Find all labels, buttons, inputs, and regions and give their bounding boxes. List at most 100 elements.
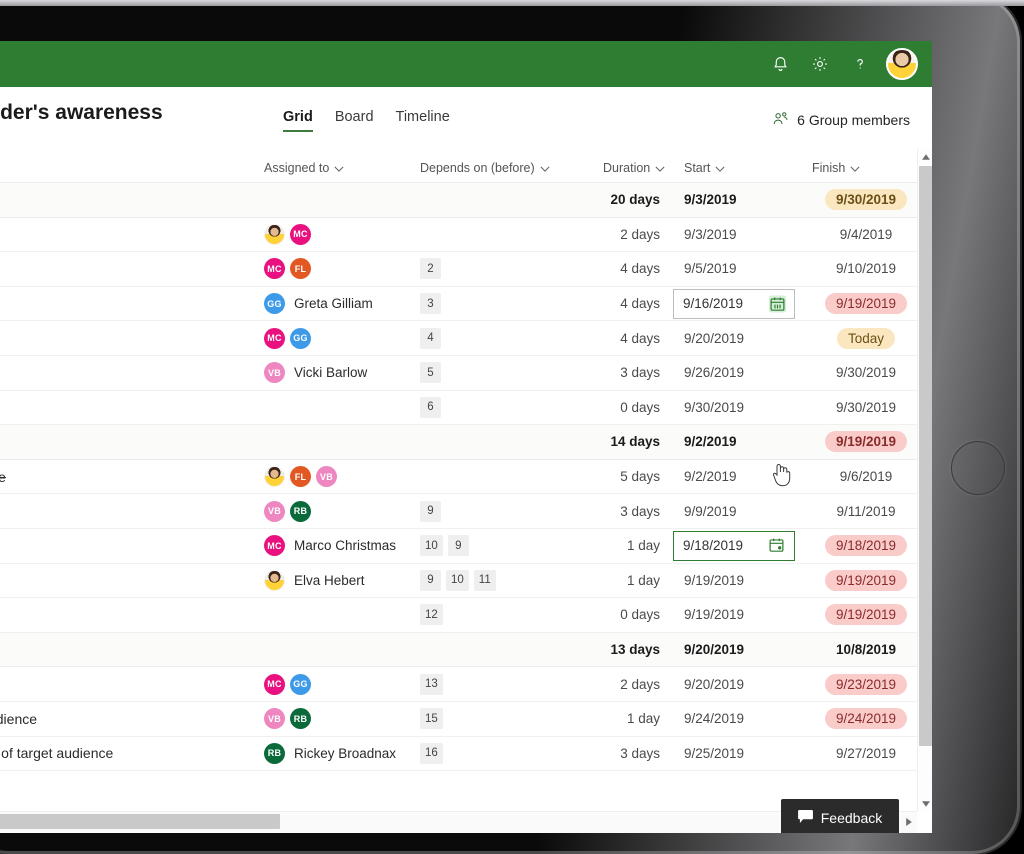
column-header-assigned-to[interactable]: Assigned to [264,161,344,175]
column-header-start[interactable]: Start [684,161,725,175]
table-row[interactable]: Create rider profile MC 2 days 9/3/2019 9/4/… [0,217,932,253]
task-name-cell[interactable]: Define response link points [0,529,250,563]
avatar[interactable]: RB [264,742,285,764]
avatar[interactable]: VB [264,362,285,384]
duration-cell[interactable]: 1 day [560,564,660,598]
depends-on-cell[interactable]: 2 [420,252,441,286]
column-header-duration[interactable]: Duration [603,161,665,175]
dependency-chip[interactable]: 9 [420,500,441,522]
duration-cell[interactable]: 20 days [560,183,660,217]
avatar[interactable]: RB [290,708,311,730]
avatar[interactable]: FL [290,258,311,280]
group-row[interactable]: Email campaign 13 days 9/20/2019 10/8/2019 [0,632,932,668]
table-row[interactable]: Define response link points MCGG 4 4 days 9/… [0,321,932,356]
finish-date-cell[interactable]: 9/30/2019 [806,183,926,217]
assigned-to-cell[interactable]: VB Vicki Barlow [264,356,367,390]
depends-on-cell[interactable]: 13 [420,667,443,701]
dependency-chip[interactable]: 6 [420,396,441,418]
avatar[interactable]: MC [264,535,285,557]
finish-date-cell[interactable]: 9/19/2019 [806,287,926,321]
start-date-cell[interactable]: 9/19/2019 [676,598,796,632]
start-date-cell[interactable]: 9/5/2019 [676,252,796,286]
avatar[interactable]: VB [264,708,285,730]
finish-date-cell[interactable]: 9/10/2019 [806,252,926,286]
dependency-chip[interactable]: 10 [446,569,469,591]
dependency-chip[interactable]: 2 [420,258,441,280]
assigned-to-cell[interactable]: FL VB [264,460,337,494]
start-date-cell[interactable]: 9/25/2019 [676,737,796,771]
start-date-cell[interactable]: 9/26/2019 [676,356,796,390]
task-name-cell[interactable]: Develop messaging inhouse [0,460,250,494]
assigned-to-cell[interactable]: MC FL [264,252,311,286]
finish-date-cell[interactable]: 9/18/2019 [806,529,926,563]
duration-cell[interactable]: 4 days [560,321,660,355]
depends-on-cell[interactable]: 12 [420,598,443,632]
task-name-cell[interactable]: Email campaign [0,633,250,667]
task-name-cell[interactable]: Create rider profile [0,218,250,252]
notifications-bell-icon[interactable] [760,44,800,84]
task-name-cell[interactable]: Get addresses of target audience [0,702,250,736]
start-date-editor[interactable]: 9/16/2019 [673,288,795,319]
table-row[interactable]: Send email message Elva Hebert 91011 1 day 9… [0,563,932,599]
avatar[interactable]: MC [264,327,285,349]
dependency-chip[interactable]: 9 [447,535,469,557]
finish-date-cell[interactable]: 9/27/2019 [806,737,926,771]
horizontal-scrollbar-thumb[interactable] [0,814,280,829]
dependency-chip[interactable]: 15 [420,708,443,730]
calendar-icon[interactable] [769,295,786,313]
task-name-cell[interactable]: Get approval of storyboard [0,287,250,321]
table-row[interactable]: Develop messaging inhouse FLVB 5 days 9/2/2… [0,459,932,495]
table-row[interactable]: Define audience profile MCGG 13 2 days 9/20/… [0,667,932,702]
duration-cell[interactable]: 3 days [560,494,660,528]
start-date-cell[interactable]: 9/3/2019 [676,218,796,252]
duration-cell[interactable]: 1 day [560,529,660,563]
dependency-chip[interactable]: 16 [420,742,443,764]
depends-on-cell[interactable]: 10 9 [420,529,469,563]
duration-cell[interactable]: 3 days [560,737,660,771]
finish-date-cell[interactable]: 9/4/2019 [806,218,926,252]
finish-date-cell[interactable]: 10/8/2019 [806,633,926,667]
task-name-cell[interactable]: Email messaging [0,425,250,459]
tab-grid[interactable]: Grid [283,109,313,132]
task-name-cell[interactable] [0,598,250,632]
avatar[interactable]: FL [290,466,311,488]
duration-cell[interactable]: 2 days [560,667,660,701]
start-date-cell[interactable]: 9/9/2019 [676,494,796,528]
finish-date-cell[interactable]: 9/11/2019 [806,494,926,528]
avatar[interactable] [264,569,285,591]
assigned-to-cell[interactable]: VB RB [264,494,311,528]
duration-cell[interactable]: 0 days [560,598,660,632]
scroll-down-arrow[interactable] [918,796,932,811]
group-row[interactable]: Launch campaign 20 days 9/3/2019 9/30/2019 [0,183,932,218]
vertical-scrollbar-thumb[interactable] [919,166,932,746]
depends-on-cell[interactable]: 3 [420,287,441,321]
start-date-cell[interactable]: 9/20/2019 [676,667,796,701]
device-home-button[interactable] [951,441,1005,495]
feedback-button[interactable]: Feedback [781,799,899,833]
depends-on-cell[interactable]: 9 10 11 [420,564,496,598]
avatar[interactable] [886,48,918,80]
start-date-cell[interactable]: 9/24/2019 [676,702,796,736]
depends-on-cell[interactable]: 5 [420,356,441,390]
duration-cell[interactable]: 3 days [560,356,660,390]
assigned-to-cell[interactable]: VB RB [264,702,311,736]
finish-date-cell[interactable]: 9/24/2019 [806,702,926,736]
depends-on-cell[interactable]: 4 [420,321,441,355]
group-row[interactable]: Email messaging 14 days 9/2/2019 9/19/2019 [0,425,932,460]
avatar[interactable]: GG [290,673,311,695]
finish-date-cell[interactable]: 9/19/2019 [806,425,926,459]
avatar[interactable]: GG [264,293,285,315]
avatar[interactable] [264,466,285,488]
table-row[interactable]: Get approval of storyboard GG Greta Gillia… [0,286,932,322]
start-date-cell[interactable]: 9/19/2019 [676,564,796,598]
scroll-up-arrow[interactable] [918,149,932,164]
avatar[interactable]: MC [264,258,285,280]
duration-cell[interactable]: 1 day [560,702,660,736]
task-name-cell[interactable]: Send email message [0,564,250,598]
avatar[interactable]: MC [264,673,285,695]
table-row[interactable]: Define response link points MC Marco Chris… [0,528,932,564]
duration-cell[interactable]: 4 days [560,252,660,286]
dependency-chip[interactable]: 9 [420,569,441,591]
duration-cell[interactable]: 13 days [560,633,660,667]
duration-cell[interactable]: 14 days [560,425,660,459]
